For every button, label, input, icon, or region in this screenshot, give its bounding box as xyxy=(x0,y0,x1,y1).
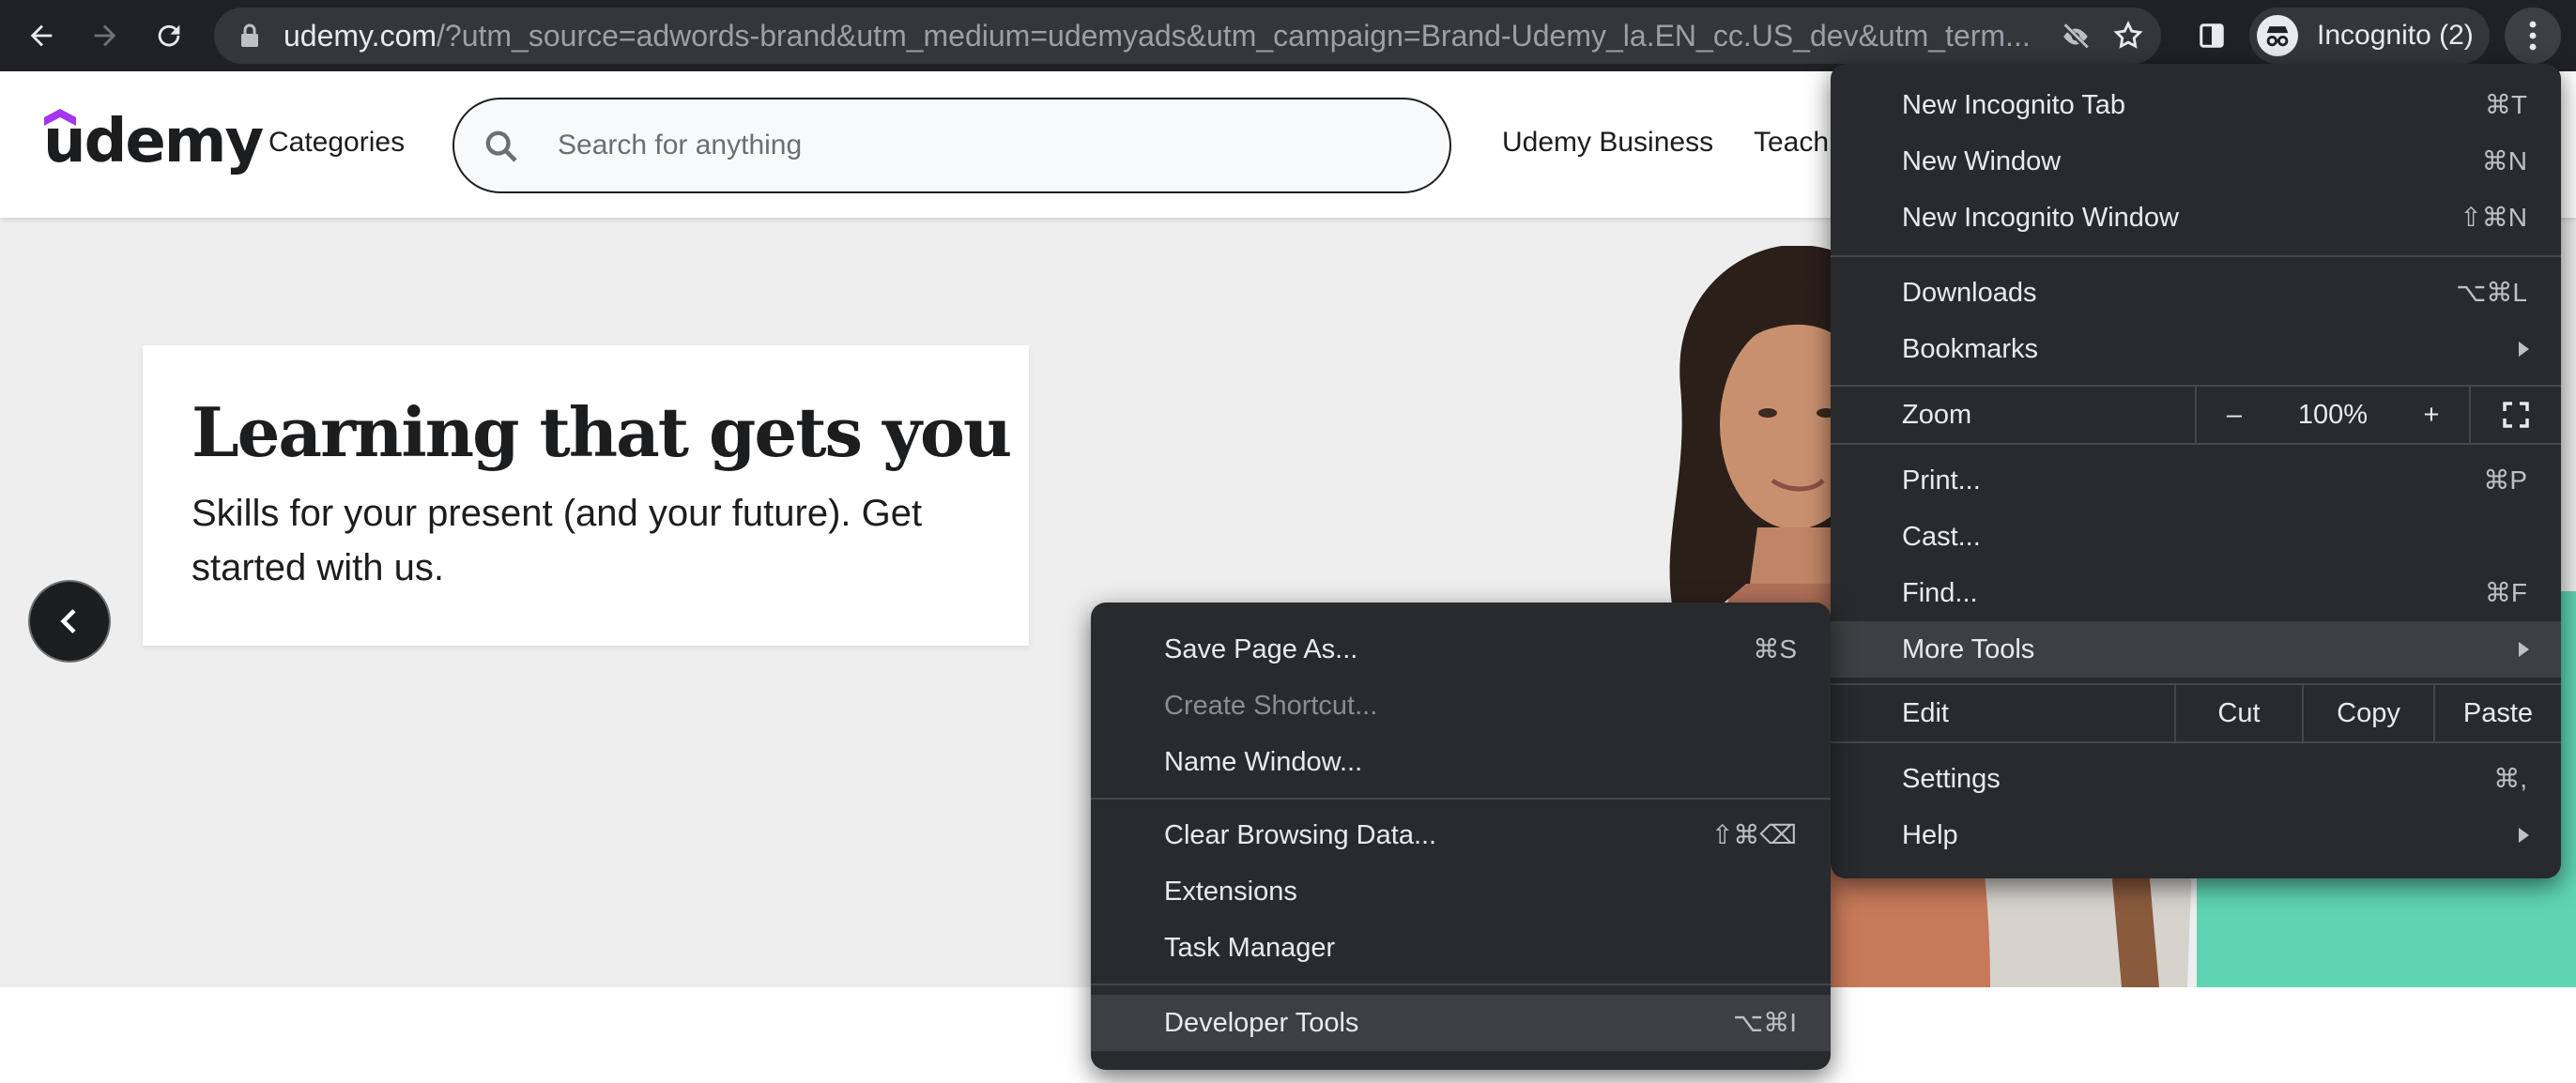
star-icon[interactable] xyxy=(2112,20,2144,52)
fullscreen-icon xyxy=(2503,402,2529,428)
nav-udemy-business[interactable]: Udemy Business xyxy=(1502,124,1713,161)
menu-item-settings[interactable]: Settings ⌘, xyxy=(1831,751,2561,807)
shortcut-label: ⌘F xyxy=(2484,578,2527,607)
categories-link[interactable]: Categories xyxy=(268,124,405,161)
chrome-main-menu: New Incognito Tab ⌘T New Window ⌘N New I… xyxy=(1831,64,2561,878)
incognito-label: Incognito (2) xyxy=(2317,20,2474,51)
fullscreen-button[interactable] xyxy=(2471,387,2561,443)
more-tools-submenu: Save Page As... ⌘S Create Shortcut... Na… xyxy=(1091,603,1831,1070)
menu-item-save-page-as[interactable]: Save Page As... ⌘S xyxy=(1091,621,1831,678)
menu-item-zoom: Zoom – 100% + xyxy=(1831,387,2561,443)
hero-title: Learning that gets you xyxy=(192,392,1012,472)
hero-subtitle: Skills for your present (and your future… xyxy=(192,493,923,588)
arrow-left-icon xyxy=(30,24,53,47)
submenu-arrow-icon xyxy=(2519,642,2529,657)
chrome-menu-button[interactable] xyxy=(2505,8,2561,64)
lock-icon[interactable] xyxy=(238,23,261,49)
incognito-icon xyxy=(2257,15,2298,56)
menu-item-name-window[interactable]: Name Window... xyxy=(1091,734,1831,790)
zoom-in-button[interactable]: + xyxy=(2394,387,2469,443)
menu-separator xyxy=(1091,798,1831,800)
menu-item-extensions[interactable]: Extensions xyxy=(1091,863,1831,920)
udemy-logo[interactable]: udemy xyxy=(43,109,264,175)
url-text[interactable]: udemy.com/?utm_source=adwords-brand&utm_… xyxy=(284,8,2048,64)
incognito-profile-button[interactable]: Incognito (2) xyxy=(2249,8,2490,64)
menu-item-find[interactable]: Find... ⌘F xyxy=(1831,565,2561,621)
menu-item-bookmarks[interactable]: Bookmarks xyxy=(1831,321,2561,377)
zoom-out-button[interactable]: – xyxy=(2197,387,2272,443)
more-vert-icon xyxy=(2529,21,2537,51)
paste-button[interactable]: Paste xyxy=(2435,685,2561,741)
shortcut-label: ⇧⌘⌫ xyxy=(1710,820,1797,849)
menu-item-print[interactable]: Print... ⌘P xyxy=(1831,452,2561,509)
menu-item-new-window[interactable]: New Window ⌘N xyxy=(1831,133,2561,190)
shortcut-label: ⇧⌘N xyxy=(2460,203,2527,232)
menu-item-cast[interactable]: Cast... xyxy=(1831,509,2561,565)
menu-item-create-shortcut: Create Shortcut... xyxy=(1164,691,1378,721)
menu-item-downloads[interactable]: Downloads ⌥⌘L xyxy=(1831,265,2561,321)
menu-item-developer-tools[interactable]: Developer Tools ⌥⌘I xyxy=(1091,995,1831,1051)
menu-item-more-tools[interactable]: More Tools xyxy=(1831,621,2561,678)
submenu-arrow-icon xyxy=(2519,342,2529,357)
shortcut-label: ⌘, xyxy=(2493,764,2527,793)
menu-separator xyxy=(1091,984,1831,985)
shortcut-label: ⌘P xyxy=(2483,465,2527,495)
nav-teach[interactable]: Teach xyxy=(1754,124,1829,161)
shortcut-label: ⌘S xyxy=(1753,634,1797,664)
side-panel-icon xyxy=(2200,23,2224,48)
menu-item-task-manager[interactable]: Task Manager xyxy=(1091,920,1831,976)
reload-button[interactable] xyxy=(139,6,199,66)
search-icon[interactable] xyxy=(483,128,520,165)
menu-item-edit: Edit Cut Copy Paste xyxy=(1831,685,2561,741)
search-input[interactable]: Search for anything xyxy=(558,99,802,191)
menu-separator xyxy=(1831,443,2561,445)
browser-toolbar: udemy.com/?utm_source=adwords-brand&utm_… xyxy=(0,0,2576,71)
carousel-prev-button[interactable] xyxy=(28,580,111,663)
address-bar[interactable]: udemy.com/?utm_source=adwords-brand&utm_… xyxy=(214,8,2161,64)
forward-button[interactable] xyxy=(75,6,135,66)
shortcut-label: ⌥⌘L xyxy=(2456,278,2527,307)
shortcut-label: ⌥⌘I xyxy=(1732,1008,1797,1037)
side-panel-button[interactable] xyxy=(2182,6,2242,66)
shortcut-label: ⌘N xyxy=(2481,146,2527,175)
menu-item-new-incognito-window[interactable]: New Incognito Window ⇧⌘N xyxy=(1831,190,2561,246)
search-bar[interactable]: Search for anything xyxy=(452,98,1451,193)
submenu-arrow-icon xyxy=(2519,828,2529,843)
shortcut-label: ⌘T xyxy=(2484,90,2527,119)
zoom-level: 100% xyxy=(2297,400,2369,430)
menu-item-help[interactable]: Help xyxy=(1831,807,2561,863)
chevron-left-icon xyxy=(60,609,76,633)
arrow-right-icon xyxy=(94,24,116,47)
back-button[interactable] xyxy=(11,6,71,66)
copy-button[interactable]: Copy xyxy=(2304,685,2433,741)
menu-separator xyxy=(1831,255,2561,257)
reload-icon xyxy=(158,24,180,47)
cut-button[interactable]: Cut xyxy=(2176,685,2302,741)
menu-item-clear-browsing-data[interactable]: Clear Browsing Data... ⇧⌘⌫ xyxy=(1091,807,1831,863)
eye-off-icon[interactable] xyxy=(2060,21,2092,53)
hero-card: Learning that gets you Skills for your p… xyxy=(143,345,1029,646)
menu-item-new-incognito-tab[interactable]: New Incognito Tab ⌘T xyxy=(1831,77,2561,133)
menu-separator xyxy=(1831,741,2561,743)
